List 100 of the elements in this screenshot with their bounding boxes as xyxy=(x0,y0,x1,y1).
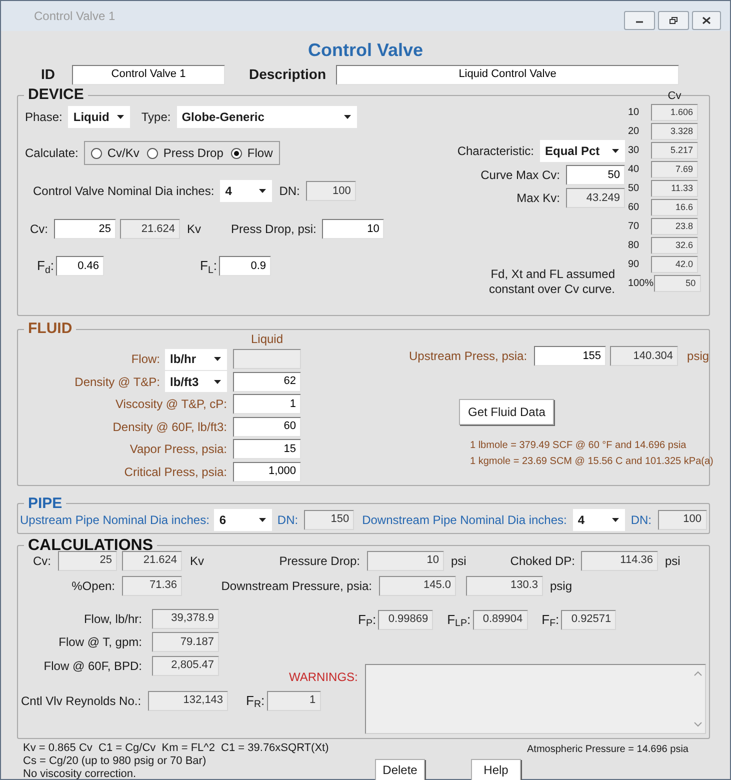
dropdown[interactable]: 4 xyxy=(220,180,272,202)
field-label: Type: xyxy=(141,109,171,126)
dropdown[interactable]: Liquid xyxy=(68,106,130,128)
readonly-field: 23.8 xyxy=(651,218,698,235)
readonly-field: 39,378.9 xyxy=(152,608,219,628)
field-label: F$_{L}$: xyxy=(200,257,218,276)
field-label: F$_{F}$: xyxy=(542,610,560,630)
caret-icon xyxy=(259,189,266,193)
input-field[interactable]: 10 xyxy=(322,219,384,239)
option-label: Flow xyxy=(247,145,273,162)
readonly-field: 1.606 xyxy=(651,104,698,121)
option-label: Cv/Kv xyxy=(107,145,140,162)
window-title: Control Valve 1 xyxy=(34,8,116,25)
field-label: Calculate: xyxy=(25,145,78,162)
dropdown[interactable]: 6 xyxy=(214,508,272,530)
field-label: Vapor Press, psia: xyxy=(130,441,227,458)
percent-label: 50 xyxy=(628,182,640,196)
readonly-field: 0.89904 xyxy=(472,610,528,630)
field-label: Upstream Pipe Nominal Dia inches: xyxy=(20,512,210,528)
readonly-field: 1 xyxy=(266,690,321,710)
field-label: Control Valve Nominal Dia inches: xyxy=(33,183,214,200)
field-label: Upstream Press, psia: xyxy=(409,348,528,365)
percent-label: 90 xyxy=(628,258,640,272)
readonly-field: 3.328 xyxy=(651,123,698,140)
field-label: Cv: xyxy=(30,221,48,238)
readonly-field: 145.0 xyxy=(379,576,456,596)
column-header: Liquid xyxy=(250,331,284,348)
field-label: psig xyxy=(550,578,572,594)
readonly-field: 114.36 xyxy=(581,550,658,570)
percent-label: 100% xyxy=(628,277,654,291)
note-text: Fd, Xt and FL assumed constant over Cv curve. xyxy=(488,267,616,297)
readonly-field: 130.3 xyxy=(466,576,543,596)
input-field[interactable]: 60 xyxy=(233,416,301,436)
readonly-field: 100 xyxy=(306,181,356,201)
percent-label: 60 xyxy=(628,201,640,215)
readonly-field: 50 xyxy=(654,275,701,292)
input-field[interactable]: 50 xyxy=(566,165,625,185)
caret-icon xyxy=(612,518,619,522)
field-label: F$_{LP}$: xyxy=(447,610,471,630)
input-field[interactable]: 15 xyxy=(233,439,301,459)
radio-button[interactable] xyxy=(231,148,242,158)
field-label: psig xyxy=(687,348,710,365)
dropdown[interactable]: Equal Pct xyxy=(540,140,625,162)
input-field[interactable]: 0.9 xyxy=(219,256,272,276)
field-label: Characteristic: xyxy=(457,143,534,160)
field-label: Cv: xyxy=(32,552,51,570)
readonly-field: 16.6 xyxy=(651,199,698,216)
field-label: F$_{d}$: xyxy=(37,257,54,276)
input-field[interactable]: Control Valve 1 xyxy=(72,64,225,84)
field-label: Flow: xyxy=(131,351,160,368)
input-field[interactable]: 1 xyxy=(233,394,301,414)
field-label: psi xyxy=(665,552,680,570)
readonly-field: 100 xyxy=(658,510,707,530)
dropdown[interactable]: lb/ft3 xyxy=(165,371,227,392)
percent-label: 80 xyxy=(628,239,640,253)
dropdown[interactable]: 4 xyxy=(572,508,625,530)
restore-button[interactable] xyxy=(658,10,689,30)
percent-label: 30 xyxy=(628,144,640,158)
field-label: ID xyxy=(41,65,55,84)
caret-icon xyxy=(344,115,351,119)
readonly-field: 32.6 xyxy=(651,237,698,254)
readonly-field: 21.624 xyxy=(122,550,182,570)
field-label: Choked DP: xyxy=(509,552,575,570)
field-label: Density @ 60F, lb/ft3: xyxy=(112,418,227,436)
caret-icon xyxy=(214,380,221,384)
caret-icon xyxy=(259,518,266,522)
input-field[interactable]: 155 xyxy=(534,346,606,366)
field-label: Critical Press, psia: xyxy=(124,464,227,480)
close-button[interactable] xyxy=(692,10,721,30)
field-label: Kv xyxy=(187,221,202,238)
readonly-field: 43.249 xyxy=(566,188,625,208)
field-label: DN: xyxy=(279,183,300,200)
caret-icon xyxy=(612,149,619,153)
input-field[interactable]: 25 xyxy=(54,219,116,239)
field-label: Flow, lb/hr: xyxy=(82,610,142,628)
section-title: DEVICE xyxy=(27,86,85,104)
input-field[interactable]: 1,000 xyxy=(233,462,301,482)
percent-label: 10 xyxy=(628,106,640,120)
footer-button[interactable]: Delete xyxy=(375,758,425,780)
field-label: Flow @ T, gpm: xyxy=(58,634,142,651)
field-label: Max Kv: xyxy=(516,190,560,207)
radio-button[interactable] xyxy=(91,148,102,158)
input-field[interactable]: Liquid Control Valve xyxy=(336,64,680,84)
caret-icon xyxy=(214,357,221,361)
get-fluid-data-button[interactable]: Get Fluid Data xyxy=(459,399,554,425)
readonly-field: 21.624 xyxy=(120,219,180,239)
field-label: psi xyxy=(451,552,468,570)
percent-label: 40 xyxy=(628,163,640,177)
input-field[interactable]: 62 xyxy=(233,372,301,392)
input-field[interactable]: 0.46 xyxy=(56,256,104,276)
readonly-field: 25 xyxy=(58,550,117,570)
note-text: Kv = 0.865 Cv C1 = Cg/Cv Km = FL^2 C1 = 39.76xSQRT(Xt) xyxy=(23,742,330,754)
dropdown[interactable]: lb/hr xyxy=(165,348,227,370)
dropdown[interactable]: Globe-Generic xyxy=(176,106,357,128)
radio-button[interactable] xyxy=(147,148,158,158)
field-label: Viscosity @ T&P, cP: xyxy=(115,396,227,413)
field-label: Flow @ 60F, BPD: xyxy=(42,658,142,674)
warnings-label: WARNINGS: xyxy=(289,668,358,686)
footer-button[interactable]: Help xyxy=(471,758,521,780)
readonly-field: 132,143 xyxy=(148,690,228,710)
